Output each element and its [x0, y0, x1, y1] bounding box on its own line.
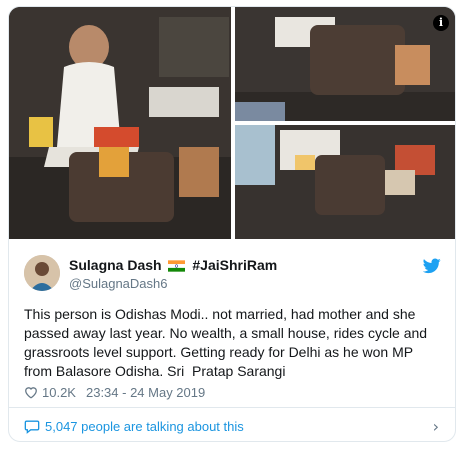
tweet-media-grid[interactable]: i	[9, 7, 455, 239]
conversation-label[interactable]: 5,047 people are talking about this	[45, 419, 244, 434]
photo-main[interactable]	[9, 7, 231, 239]
speech-bubble-icon	[24, 420, 40, 434]
author-name-row[interactable]: Sulagna Dash #JaiShriRam	[69, 257, 277, 273]
like-count[interactable]: 10.2K	[42, 385, 76, 400]
author-tag[interactable]: #JaiShriRam	[192, 257, 277, 273]
author-name[interactable]: Sulagna Dash	[69, 257, 162, 273]
embedded-tweet-card[interactable]: i Sulagna Dash #JaiShriRam @SulagnaDash6…	[8, 6, 456, 442]
photo-bottom-right[interactable]	[235, 125, 455, 239]
india-flag-icon	[168, 260, 186, 272]
author-handle[interactable]: @SulagnaDash6	[69, 276, 167, 291]
tweet-body: Sulagna Dash #JaiShriRam @SulagnaDash6 T…	[9, 239, 455, 441]
avatar[interactable]	[24, 255, 60, 291]
tweet-timestamp[interactable]: 23:34 - 24 May 2019	[86, 385, 205, 400]
chevron-right-icon[interactable]: ›	[433, 417, 439, 436]
divider	[9, 407, 455, 408]
twitter-bird-icon[interactable]	[423, 258, 441, 274]
conversation-link[interactable]: 5,047 people are talking about this	[24, 419, 244, 434]
heart-icon[interactable]	[24, 386, 38, 399]
info-icon[interactable]: i	[433, 15, 449, 31]
photo-top-right[interactable]: i	[235, 7, 455, 121]
tweet-text: This person is Odishas Modi.. not marrie…	[24, 306, 431, 379]
tweet-meta: 10.2K 23:34 - 24 May 2019	[24, 385, 205, 400]
